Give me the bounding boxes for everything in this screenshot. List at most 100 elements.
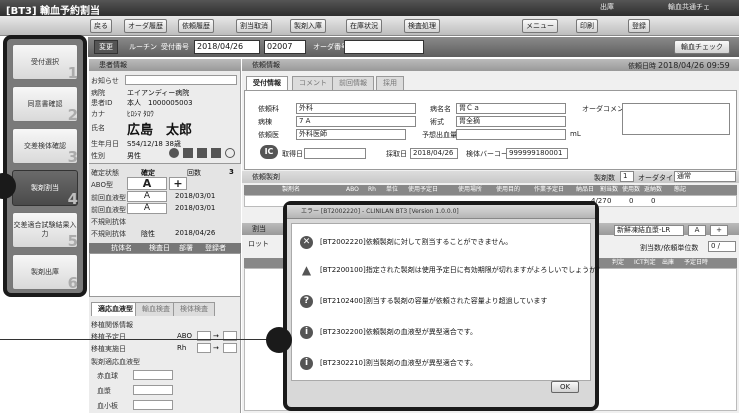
settings-icon[interactable] — [225, 148, 235, 158]
dept-label: 依頼科 — [258, 105, 279, 113]
info-icon: i — [300, 356, 313, 370]
order-history-button[interactable]: オーダ履歴 — [124, 19, 167, 33]
error-icon: ✕ — [300, 235, 313, 249]
request-history-button[interactable]: 依頼履歴 — [178, 19, 214, 33]
order-type-select[interactable]: 通常 — [674, 171, 736, 182]
col-remarks: 態記 — [674, 186, 687, 193]
back-button[interactable]: 戻る — [90, 19, 112, 33]
test-process-button[interactable]: 検査処理 — [404, 19, 440, 33]
notice-box — [125, 75, 237, 85]
assign-header-title: 割当 — [252, 225, 266, 233]
message-row: ? [BT2102400]割当する製剤の容量が依頼された容量より超過しています — [300, 293, 547, 309]
menu-product-shipment[interactable]: 製剤出庫 6 — [12, 254, 78, 291]
bleed-input[interactable] — [456, 129, 566, 140]
toolbar: 戻る オーダ履歴 依頼履歴 割当取消 製剤入庫 在庫状況 検査処理 メニュー 印… — [0, 16, 739, 36]
message-row: i [BT2302200]依頼製剤の血液型が異型適合です。 — [300, 324, 477, 340]
change-button[interactable]: 変更 — [94, 40, 118, 54]
ic-date-label: 取得日 — [282, 150, 303, 158]
reception-date-input[interactable]: 2018/04/26 — [194, 40, 260, 54]
product-type-section-title: 製剤適応血液型 — [91, 358, 140, 366]
patient-name: 広島 太郎 — [127, 123, 193, 138]
order-number-input[interactable] — [344, 40, 424, 54]
print-button[interactable]: 印刷 — [576, 19, 598, 33]
routine-label: ルーチン — [129, 43, 157, 51]
ok-button[interactable]: OK — [551, 381, 579, 393]
menu-label: 交差検体確認 — [24, 141, 66, 150]
stock-status-button[interactable]: 在庫状況 — [346, 19, 382, 33]
question-icon: ? — [300, 294, 313, 308]
menu-cross-sample-check[interactable]: 交差検体確認 3 — [12, 128, 78, 166]
arrow: → — [213, 344, 219, 352]
col-test-date: 検査日 — [149, 244, 170, 252]
tab-comment[interactable]: コメント — [292, 76, 334, 90]
ic-badge: IC — [260, 145, 278, 159]
transfusion-check-link[interactable]: 輸血共通チェ — [668, 2, 710, 12]
products-header-title: 依頼製剤 — [252, 173, 280, 181]
assign-count-label: 割当数/依頼単位数 — [640, 244, 699, 252]
menu-button[interactable]: メニュー — [522, 19, 558, 33]
tab-reception-info[interactable]: 受付情報 — [246, 76, 288, 90]
col-registrant: 登録者 — [205, 244, 226, 252]
rh-to-box[interactable] — [223, 343, 237, 353]
menu-consent-check[interactable]: 同意書確認 2 — [12, 86, 78, 123]
register-button[interactable]: 登録 — [628, 19, 650, 33]
ic-date-input[interactable] — [304, 148, 366, 159]
menu-label: 同意書確認 — [27, 99, 63, 108]
red-cell-box — [133, 370, 173, 380]
order-comment-input[interactable] — [622, 103, 730, 135]
rh-from-box[interactable] — [197, 343, 211, 353]
row-used: 0 — [629, 197, 634, 205]
message-row: i [BT2302210]割当製剤の血液型が異型適合です。 — [300, 355, 477, 371]
patient-id-label: 患者ID — [91, 99, 113, 107]
error-dialog: エラー [BT2002220] - CLINILAN BT3 [Version … — [283, 201, 603, 411]
shipment-link[interactable]: 出庫 — [600, 2, 614, 12]
cancel-assign-button[interactable]: 割当取消 — [236, 19, 272, 33]
tab-transfusion-test[interactable]: 輸血検査 — [135, 302, 177, 316]
transfer-icon[interactable] — [197, 148, 207, 158]
col-ict-judgement: ICT判定 — [634, 259, 656, 266]
product-rh: + — [710, 225, 728, 236]
col-delivery-date: 納品日 — [576, 186, 595, 193]
person-icon[interactable] — [169, 148, 179, 158]
abo-label: ABO型 — [91, 181, 113, 189]
collect-date-input[interactable]: 2018/04/26 — [410, 148, 458, 159]
tab-sample-test[interactable]: 検体検査 — [173, 302, 215, 316]
tab-applied-blood-type[interactable]: 適応血液型 — [91, 302, 140, 316]
ward-select[interactable]: 7 A — [296, 116, 416, 127]
product-select[interactable]: 新鮮凍結血漿-LR — [614, 225, 684, 236]
sex-label: 性別 — [91, 152, 105, 160]
col-use-date: 使用予定日 — [408, 186, 439, 193]
kana-label: カナ — [91, 110, 105, 118]
transfusion-check-button[interactable]: 輸血チェック — [674, 40, 730, 54]
disease-input[interactable]: 胃Ｃａ — [456, 103, 566, 114]
prev-abo-value: A — [127, 191, 167, 202]
sex-value: 男性 — [127, 152, 141, 160]
irregular-antibody-label-2: 不規則抗体 — [91, 230, 126, 238]
title-bar: [BT3] 輸血予約割当 出庫 輸血共通チェ — [0, 0, 739, 17]
menu-product-assign[interactable]: 製剤割当 4 — [12, 170, 78, 207]
col-department: 部署 — [179, 244, 193, 252]
window-title: [BT3] 輸血予約割当 — [6, 6, 101, 17]
platelet-label: 血小板 — [97, 402, 118, 410]
transplant-planned-label: 移植予定日 — [91, 333, 126, 341]
name-label: 氏名 — [91, 124, 105, 132]
antibody-table[interactable] — [89, 253, 241, 297]
menu-reception-select[interactable]: 受付選択 1 — [12, 44, 78, 81]
surgery-input[interactable]: 胃全摘 — [456, 116, 566, 127]
request-date-value: 2018/04/26 09:59 — [658, 61, 730, 70]
reception-number-input[interactable]: 02007 — [264, 40, 306, 54]
tool-icon[interactable] — [211, 148, 221, 158]
product-receive-button[interactable]: 製剤入庫 — [290, 19, 326, 33]
col-unit: 単位 — [386, 186, 399, 193]
birthdate-label: 生年月日 — [91, 140, 119, 148]
document-icon[interactable] — [183, 148, 193, 158]
menu-crossmatch-result-input[interactable]: 交差適合試験結果入力 5 — [12, 212, 78, 249]
step-number: 3 — [67, 148, 78, 166]
col-judgement: 判定 — [612, 259, 625, 266]
plasma-box — [133, 385, 173, 395]
doctor-input[interactable]: 外科医師 — [296, 129, 406, 140]
barcode-input[interactable]: 999999180001 — [506, 148, 568, 159]
tab-adopt[interactable]: 採用 — [376, 76, 404, 90]
tab-previous-info[interactable]: 前回情報 — [332, 76, 374, 90]
dept-select[interactable]: 外科 — [296, 103, 416, 114]
